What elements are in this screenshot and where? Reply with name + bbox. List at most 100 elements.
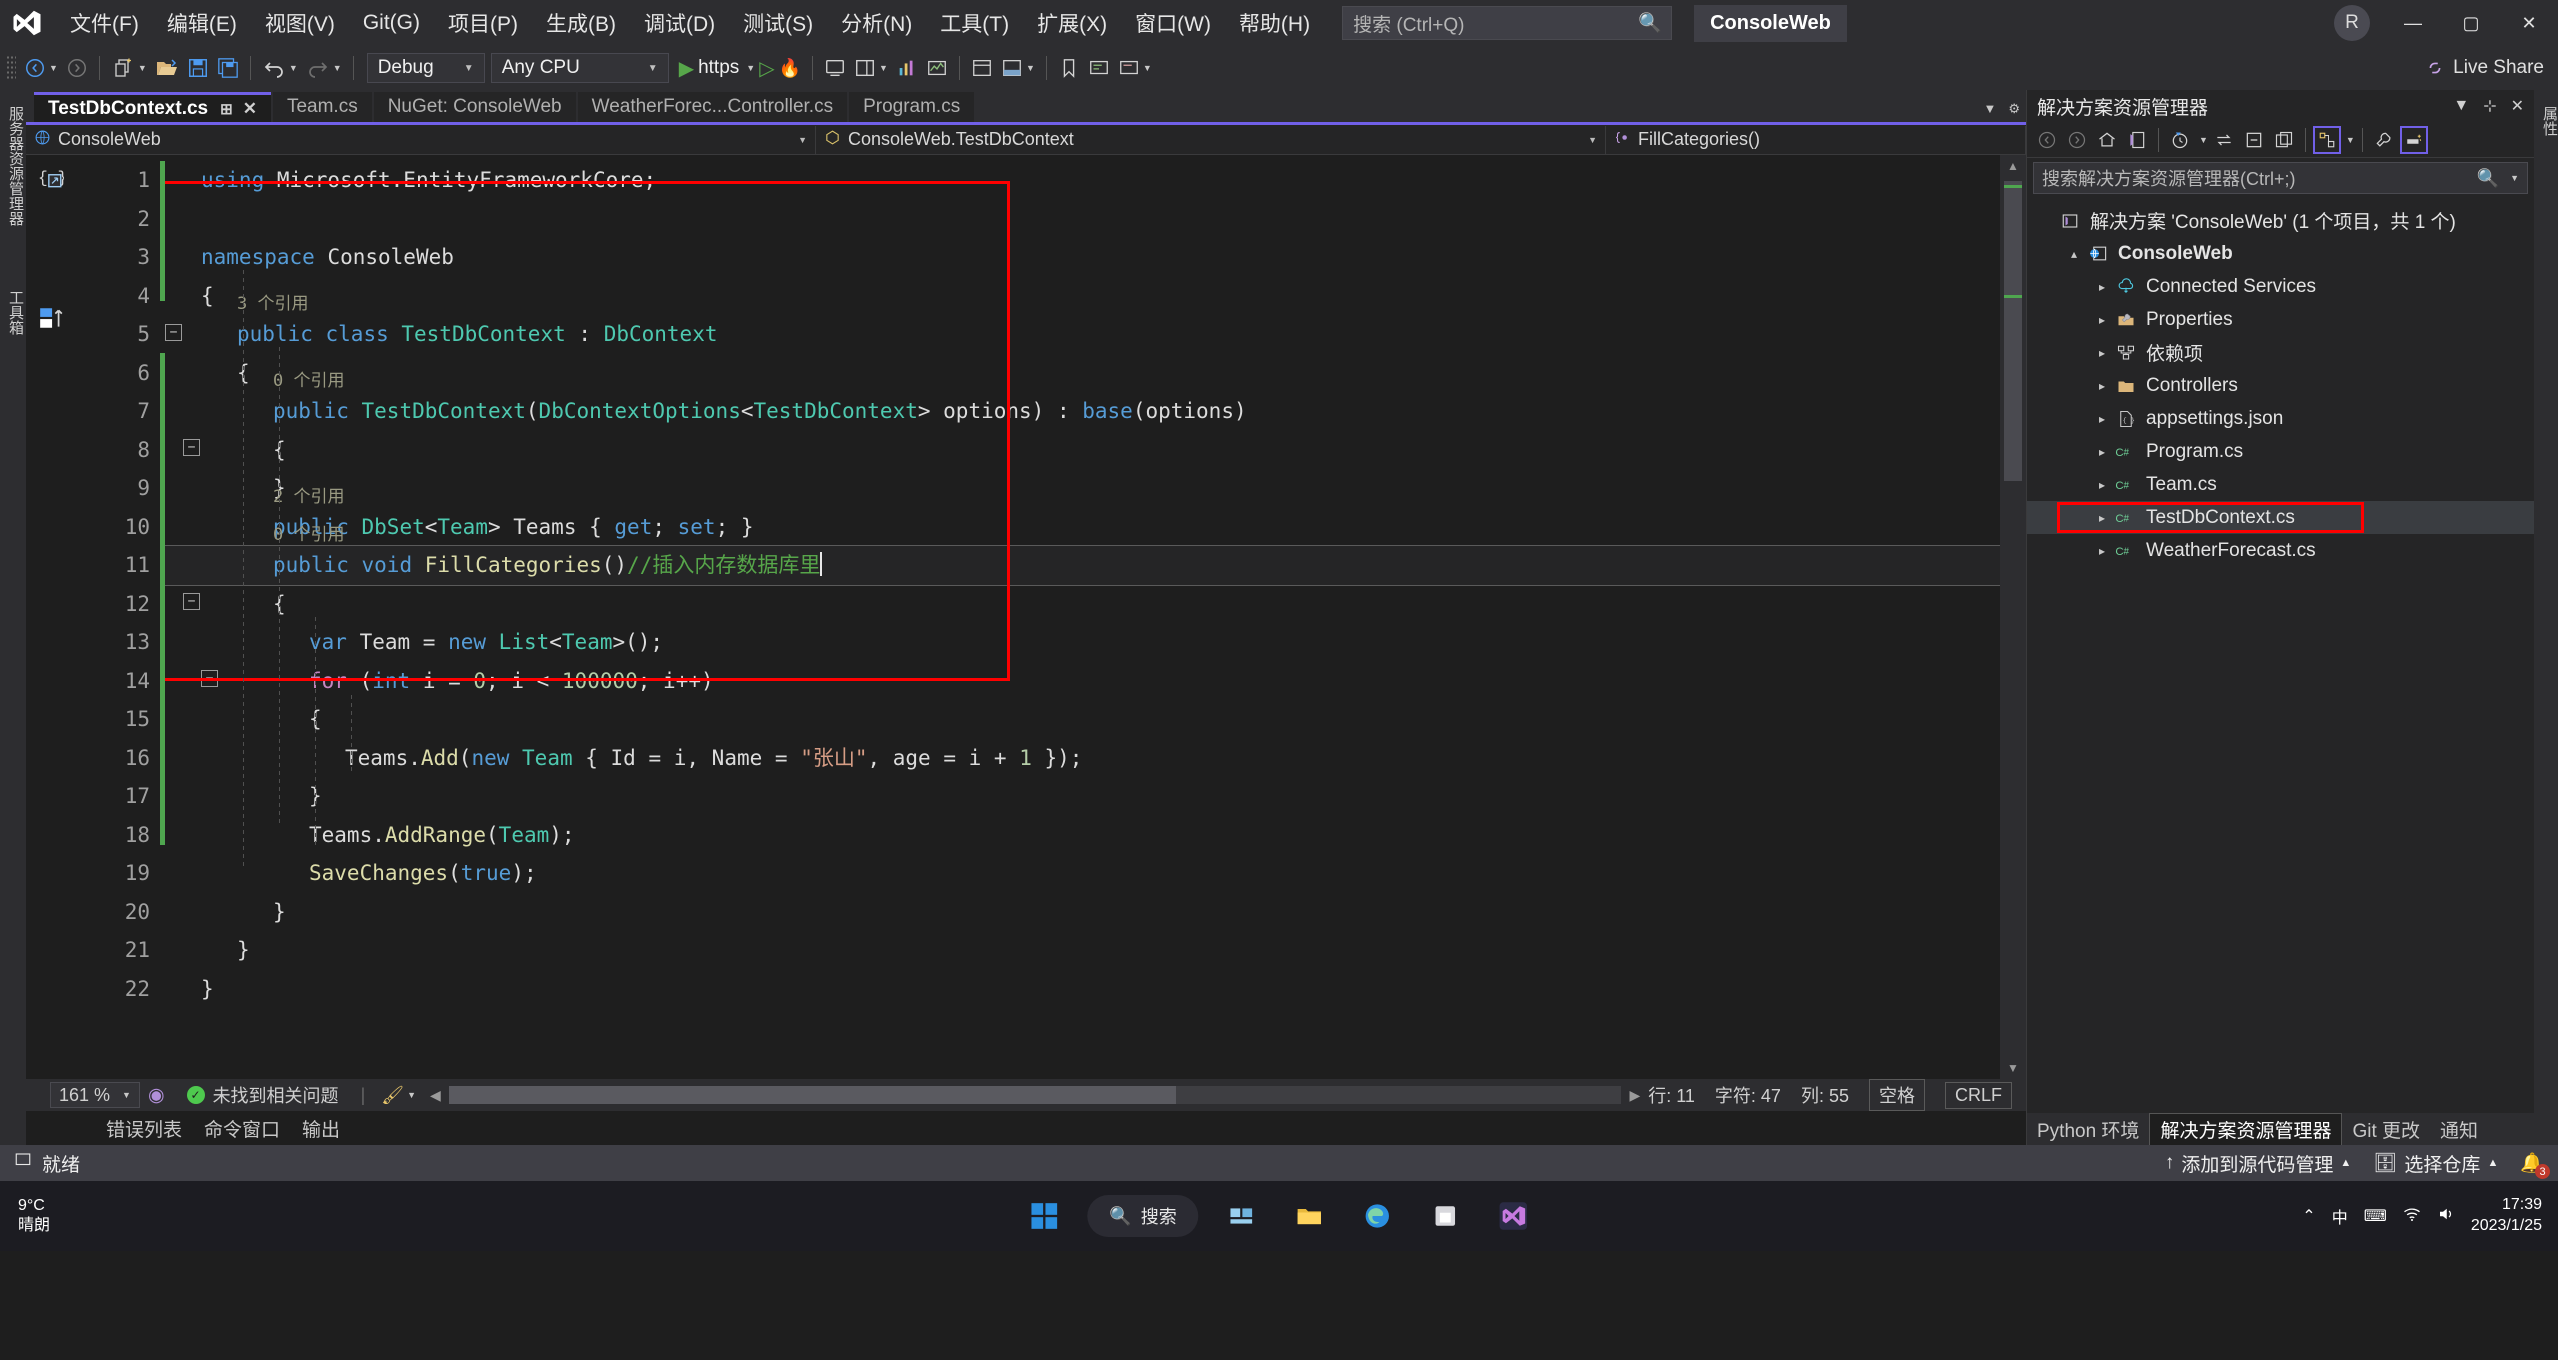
- zoom-level-select[interactable]: 161 % ▼: [50, 1082, 140, 1108]
- se-search-caret[interactable]: ▼: [2510, 173, 2519, 183]
- close-button[interactable]: ✕: [2500, 0, 2558, 46]
- tree-item[interactable]: ▸C#Program.cs: [2027, 435, 2534, 468]
- tree-item[interactable]: ▸Connected Services: [2027, 270, 2534, 303]
- menu-file[interactable]: 文件(F): [56, 2, 153, 44]
- network-icon[interactable]: [2403, 1205, 2421, 1228]
- tab-testdbcontext[interactable]: TestDbContext.cs ⊞ ✕: [34, 92, 271, 122]
- start-without-debug-icon[interactable]: ▷: [759, 56, 774, 81]
- panel-tab-git-changes[interactable]: Git 更改: [2342, 1113, 2430, 1145]
- code-line[interactable]: var Team = new List<Team>();: [165, 623, 2000, 662]
- close-icon[interactable]: ✕: [2511, 96, 2524, 116]
- code-line[interactable]: 3 个引用public class TestDbContext : DbCont…: [165, 315, 2000, 354]
- redo-icon[interactable]: ▼: [302, 52, 346, 84]
- scroll-right-icon[interactable]: ▶: [1629, 1087, 1640, 1104]
- tree-expander-icon[interactable]: ▸: [2091, 379, 2113, 393]
- solution-explorer-search-input[interactable]: 搜索解决方案资源管理器(Ctrl+;) 🔍 ▼: [2033, 162, 2528, 194]
- se-solution-view-icon[interactable]: [2123, 126, 2151, 154]
- performance-profiler-icon[interactable]: [892, 52, 922, 84]
- se-pending-changes-icon[interactable]: [2166, 126, 2194, 154]
- global-search-input[interactable]: 搜索 (Ctrl+Q) 🔍: [1342, 6, 1672, 40]
- tree-expander-icon[interactable]: ▸: [2091, 511, 2113, 525]
- run-target-caret[interactable]: ▼: [746, 63, 755, 73]
- code-line[interactable]: for (int i = 0; i < 100000; i++): [165, 662, 2000, 701]
- tab-program[interactable]: Program.cs: [849, 92, 974, 122]
- collapse-all-icon[interactable]: { }: [38, 165, 64, 196]
- se-preview-selected-icon[interactable]: [2400, 126, 2428, 154]
- menu-edit[interactable]: 编辑(E): [153, 2, 251, 44]
- back-dropdown-caret[interactable]: ▼: [49, 63, 58, 73]
- panel-tab-notifications[interactable]: 通知: [2430, 1113, 2488, 1145]
- toolbar-grip[interactable]: [6, 55, 16, 81]
- menu-extensions[interactable]: 扩展(X): [1023, 2, 1121, 44]
- select-repository-button[interactable]: 🗄 选择仓库 ▲: [2373, 1150, 2498, 1177]
- bottom-tab-command-window[interactable]: 命令窗口: [204, 1115, 280, 1142]
- fold-marker-for[interactable]: −: [201, 670, 218, 687]
- undo-caret[interactable]: ▼: [289, 63, 298, 73]
- solution-platform-select[interactable]: Any CPU ▼: [491, 53, 669, 83]
- menu-tools[interactable]: 工具(T): [926, 2, 1023, 44]
- live-share-button[interactable]: Live Share: [2424, 57, 2544, 79]
- tree-item-selected[interactable]: ▸C#TestDbContext.cs: [2027, 501, 2534, 534]
- glyph-margin[interactable]: { }: [26, 155, 88, 1079]
- problem-status[interactable]: ✓ 未找到相关问题: [187, 1082, 339, 1108]
- tree-item[interactable]: ▸C#WeatherForecast.cs: [2027, 534, 2534, 567]
- new-project-caret[interactable]: ▼: [138, 63, 147, 73]
- tree-expander-icon[interactable]: ▸: [2091, 346, 2113, 360]
- code-line[interactable]: using Microsoft.EntityFrameworkCore;: [165, 161, 2000, 200]
- menu-build[interactable]: 生成(B): [532, 2, 630, 44]
- open-folder-icon[interactable]: [151, 52, 183, 84]
- bottom-tab-output[interactable]: 输出: [302, 1115, 340, 1142]
- nav-member-select[interactable]: FillCategories(): [1606, 126, 2026, 154]
- tab-settings-icon[interactable]: ⚙: [2008, 101, 2020, 117]
- code-preview-icon[interactable]: [967, 52, 997, 84]
- code-line[interactable]: {: [165, 431, 2000, 470]
- tree-item[interactable]: ▴ConsoleWeb: [2027, 237, 2534, 270]
- fold-marker-ctor[interactable]: −: [183, 439, 200, 456]
- chevron-up-icon[interactable]: ⌃: [2302, 1206, 2315, 1226]
- navigate-back-icon[interactable]: ▼: [20, 52, 62, 84]
- bookmark-icon[interactable]: [1054, 52, 1084, 84]
- code-line[interactable]: Teams.Add(new Team { Id = i, Name = "张山"…: [165, 739, 2000, 778]
- tree-expander-icon[interactable]: ▴: [2063, 247, 2085, 261]
- scroll-down-icon[interactable]: ▼: [2000, 1057, 2026, 1079]
- pin-icon[interactable]: ⊹: [2483, 96, 2496, 116]
- se-pending-caret[interactable]: ▼: [2199, 135, 2208, 145]
- add-to-source-control-button[interactable]: ↑ 添加到源代码管理 ▲: [2165, 1150, 2351, 1177]
- menu-test[interactable]: 测试(S): [729, 2, 827, 44]
- start-debug-icon[interactable]: ▶: [679, 56, 694, 81]
- attach-process-icon[interactable]: [820, 52, 850, 84]
- code-line[interactable]: 2 个引用public DbSet<Team> Teams { get; set…: [165, 508, 2000, 547]
- menu-git[interactable]: Git(G): [349, 5, 434, 41]
- taskbar-search-button[interactable]: 🔍 搜索: [1087, 1195, 1198, 1237]
- navigate-forward-icon[interactable]: [62, 52, 92, 84]
- pin-icon[interactable]: ⊞: [220, 100, 233, 118]
- taskbar-clock[interactable]: 17:39 2023/1/25: [2471, 1195, 2542, 1237]
- indentation-indicator[interactable]: 空格: [1869, 1079, 1925, 1111]
- solution-tree[interactable]: 解决方案 'ConsoleWeb' (1 个项目，共 1 个)▴ConsoleW…: [2027, 198, 2534, 1113]
- tree-expander-icon[interactable]: ▸: [2091, 445, 2113, 459]
- nav-type-select[interactable]: ConsoleWeb.TestDbContext ▼: [816, 126, 1606, 154]
- scrollbar-thumb[interactable]: [2004, 181, 2022, 481]
- code-cleanup-caret[interactable]: ▼: [407, 1090, 416, 1100]
- menu-view[interactable]: 视图(V): [251, 2, 349, 44]
- run-target-label[interactable]: https: [698, 57, 739, 79]
- layout-window-icon[interactable]: ▼: [850, 52, 892, 84]
- code-cleanup-icon[interactable]: 🖌: [381, 1085, 404, 1106]
- file-explorer-icon[interactable]: [1285, 1191, 1335, 1241]
- tree-item[interactable]: 解决方案 'ConsoleWeb' (1 个项目，共 1 个): [2027, 204, 2534, 237]
- task-view-icon[interactable]: [1217, 1191, 1267, 1241]
- code-line[interactable]: }: [165, 931, 2000, 970]
- code-line[interactable]: }: [165, 893, 2000, 932]
- se-show-all-files-icon[interactable]: [2270, 126, 2298, 154]
- code-line[interactable]: {: [165, 700, 2000, 739]
- code-line[interactable]: {: [165, 354, 2000, 393]
- tree-item[interactable]: ▸Controllers: [2027, 369, 2534, 402]
- code-editor-surface[interactable]: { } 1 2 3 4 5 6 7 8 9 10 11 12 13: [26, 155, 2026, 1079]
- code-line[interactable]: }: [165, 469, 2000, 508]
- menu-window[interactable]: 窗口(W): [1121, 2, 1225, 44]
- account-avatar[interactable]: R: [2334, 5, 2370, 41]
- close-icon[interactable]: ✕: [243, 99, 257, 119]
- code-line[interactable]: }: [165, 970, 2000, 1009]
- diagnostics-icon[interactable]: [922, 52, 952, 84]
- language-indicator[interactable]: 中: [2332, 1204, 2348, 1228]
